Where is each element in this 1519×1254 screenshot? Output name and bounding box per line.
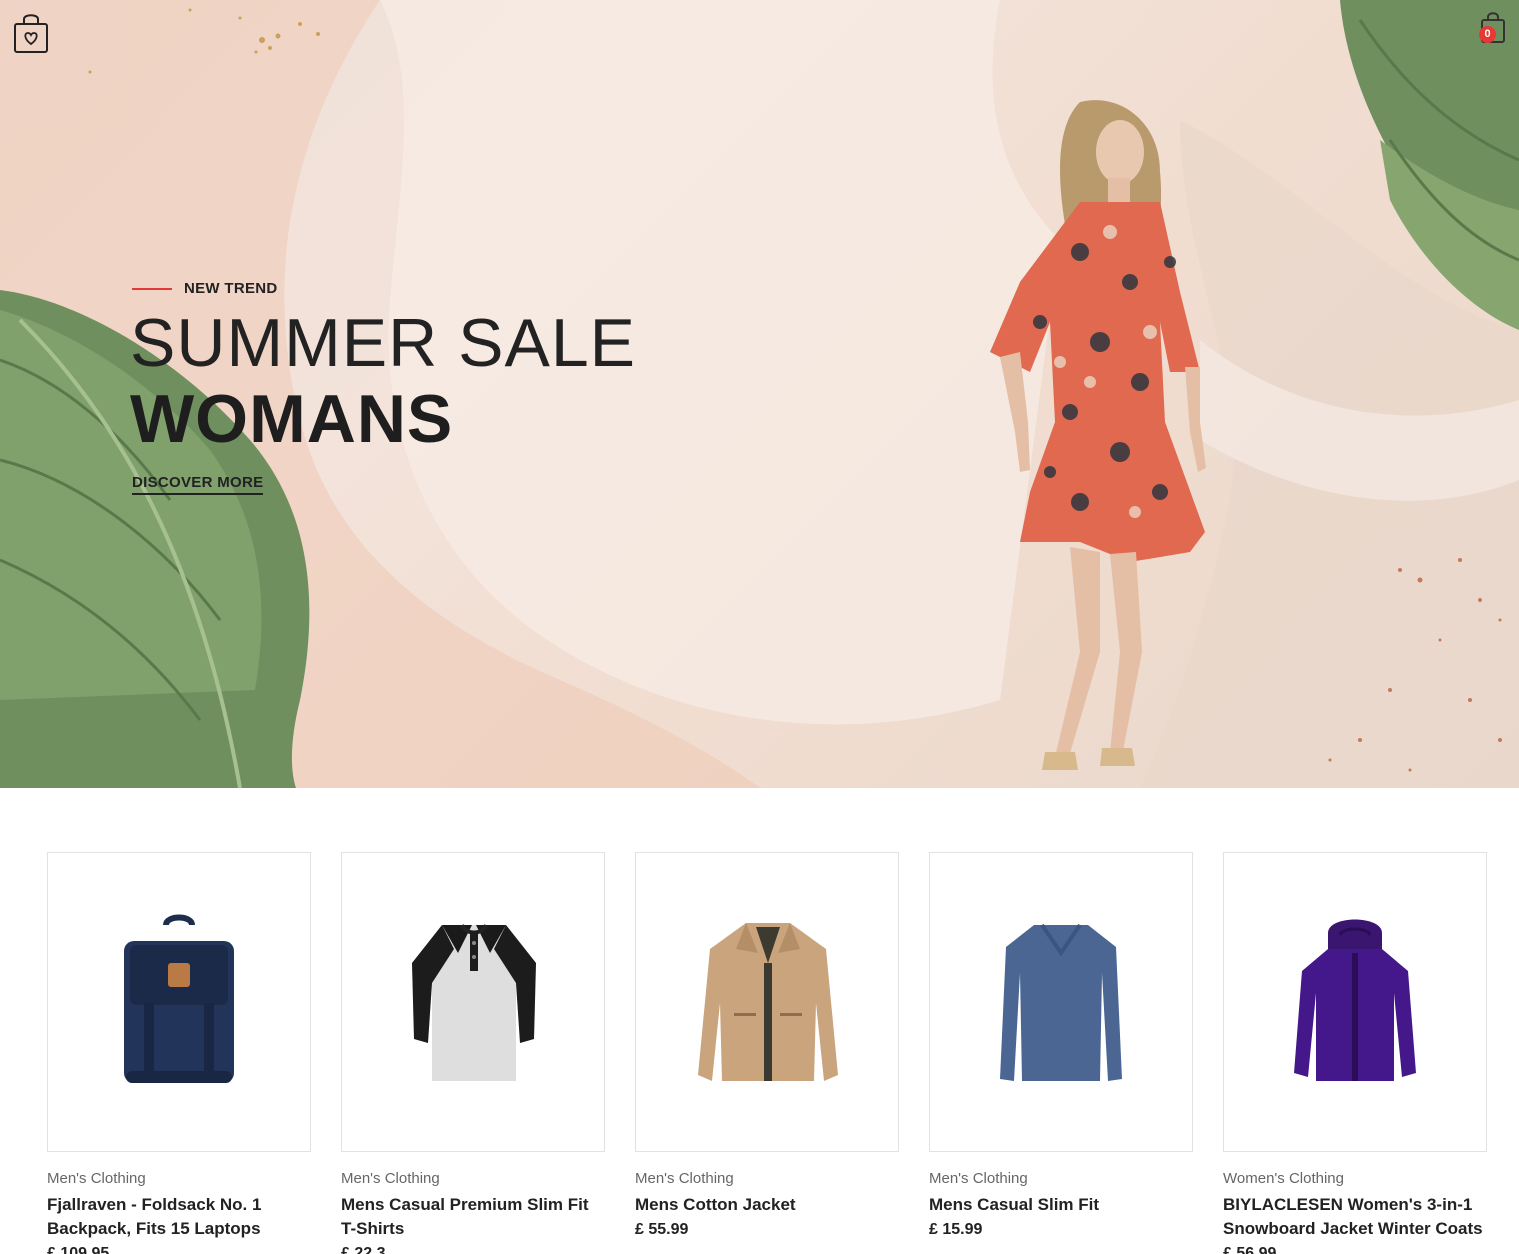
hero-banner: 0 NEW TREND SUMMER SALE WOMANS DISCOVER … — [0, 0, 1519, 788]
product-price: £ 109.95 — [47, 1245, 110, 1254]
logo-icon[interactable] — [12, 10, 50, 54]
product-category: Men's Clothing — [341, 1170, 440, 1187]
eyebrow-text: NEW TREND — [184, 280, 278, 297]
product-card[interactable]: Men's Clothing Fjallraven - Foldsack No.… — [47, 852, 311, 1254]
product-image[interactable] — [47, 852, 311, 1152]
product-price: £ 55.99 — [635, 1221, 689, 1238]
product-image[interactable] — [341, 852, 605, 1152]
longsleeve-shirt-image — [1000, 923, 1122, 1081]
product-image[interactable] — [1223, 852, 1487, 1152]
product-card[interactable]: Men's Clothing Mens Cotton Jacket £ 55.9… — [635, 852, 899, 1239]
product-image[interactable] — [929, 852, 1193, 1152]
backpack-image — [124, 914, 234, 1083]
hero-subtitle: WOMANS — [130, 381, 454, 457]
product-category: Men's Clothing — [635, 1170, 734, 1187]
product-image[interactable] — [635, 852, 899, 1152]
product-title[interactable]: Mens Casual Slim Fit — [929, 1193, 1193, 1217]
product-card[interactable]: Women's Clothing BIYLACLESEN Women's 3-i… — [1223, 852, 1487, 1254]
product-title[interactable]: Mens Casual Premium Slim Fit T-Shirts — [341, 1193, 605, 1241]
cotton-jacket-image — [698, 923, 838, 1081]
product-category: Men's Clothing — [47, 1170, 146, 1187]
product-title[interactable]: Mens Cotton Jacket — [635, 1193, 899, 1217]
product-card[interactable]: Men's Clothing Mens Casual Premium Slim … — [341, 852, 605, 1254]
product-price: £ 56.99 — [1223, 1245, 1277, 1254]
model-image — [990, 100, 1206, 770]
hero-title: SUMMER SALE — [130, 305, 636, 381]
product-category: Women's Clothing — [1223, 1170, 1344, 1187]
raglan-tshirt-image — [412, 923, 536, 1081]
accent-line — [132, 287, 172, 290]
product-price: £ 15.99 — [929, 1221, 983, 1238]
cart-count-badge: 0 — [1479, 26, 1496, 43]
discover-more-link[interactable]: DISCOVER MORE — [132, 474, 264, 495]
product-grid: Men's Clothing Fjallraven - Foldsack No.… — [0, 788, 1519, 1254]
product-title[interactable]: BIYLACLESEN Women's 3-in-1 Snowboard Jac… — [1223, 1193, 1487, 1241]
product-category: Men's Clothing — [929, 1170, 1028, 1187]
product-title[interactable]: Fjallraven - Foldsack No. 1 Backpack, Fi… — [47, 1193, 311, 1241]
hero-eyebrow: NEW TREND — [132, 280, 278, 297]
product-price: £ 22.3 — [341, 1245, 386, 1254]
product-card[interactable]: Men's Clothing Mens Casual Slim Fit £ 15… — [929, 852, 1193, 1239]
snowboard-jacket-image — [1294, 919, 1416, 1081]
